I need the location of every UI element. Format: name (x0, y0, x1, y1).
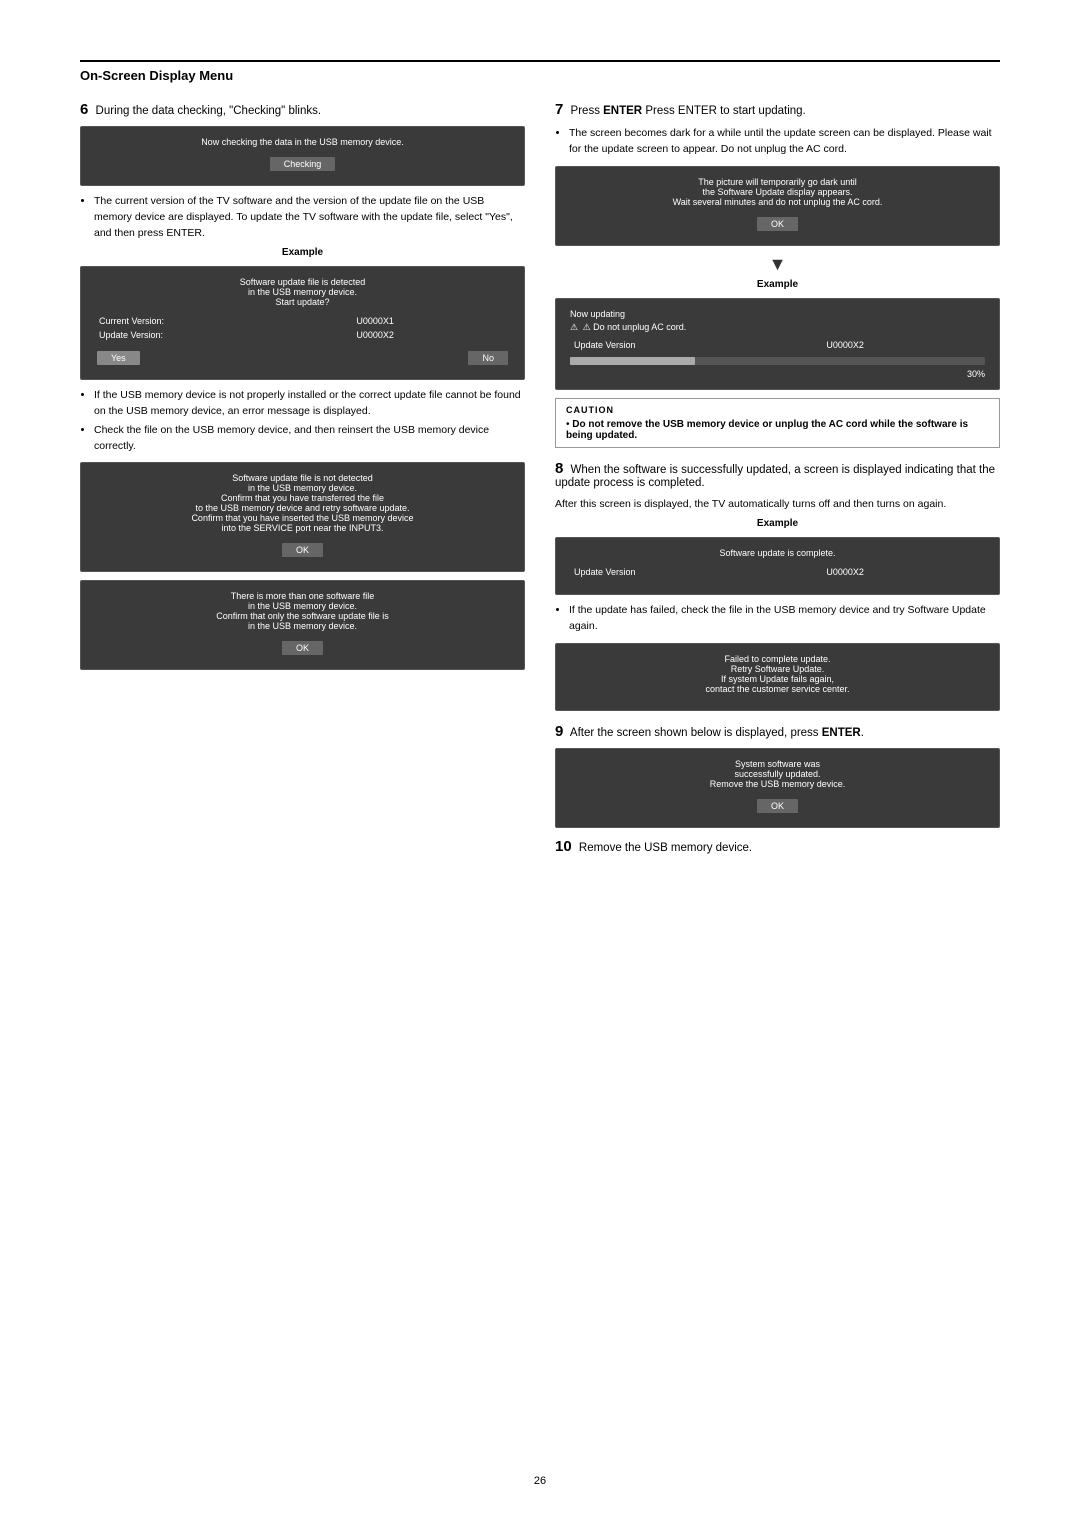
caution-title: CAUTION (566, 405, 989, 415)
step6-screen1: Now checking the data in the USB memory … (80, 126, 525, 186)
step8-update-value: U0000X2 (824, 566, 983, 578)
caution-box: CAUTION • Do not remove the USB memory d… (555, 398, 1000, 448)
step7-screen2-table: Update Version U0000X2 (570, 337, 985, 353)
step9-screen1: System software was successfully updated… (555, 748, 1000, 828)
step8-bullets: If the update has failed, check the file… (569, 603, 1000, 635)
step-7-enter: ENTER (603, 105, 642, 117)
step8-screen1: Software update is complete. Update Vers… (555, 537, 1000, 595)
step-7: 7 Press ENTER Press ENTER to start updat… (555, 101, 1000, 448)
page-number: 26 (534, 1475, 546, 1487)
step6-row1: Current Version: U0000X1 (97, 315, 508, 327)
step-6-text: During the data checking, "Checking" bli… (96, 105, 322, 117)
step6-bullet2: If the USB memory device is not properly… (94, 388, 525, 420)
right-column: 7 Press ENTER Press ENTER to start updat… (555, 101, 1000, 863)
step6-row1-value: U0000X1 (354, 315, 508, 327)
step7-example-label: Example (555, 279, 1000, 290)
step9-screen1-btn: OK (757, 799, 798, 813)
step8-example-label: Example (555, 518, 1000, 529)
content-area: 6 During the data checking, "Checking" b… (80, 101, 1000, 863)
step6-row2: Update Version: U0000X2 (97, 329, 508, 341)
step-7-text: Press ENTER to start updating. (645, 105, 805, 117)
step-6-number: 6 (80, 101, 88, 118)
left-column: 6 During the data checking, "Checking" b… (80, 101, 525, 863)
step7-screen1-content: The picture will temporarily go dark unt… (570, 177, 985, 207)
step6-btn-no: No (468, 351, 508, 365)
step-6-header: 6 During the data checking, "Checking" b… (80, 101, 525, 118)
step8-screen2: Failed to complete update. Retry Softwar… (555, 643, 1000, 711)
step-6: 6 During the data checking, "Checking" b… (80, 101, 525, 670)
step6-bullets2: If the USB memory device is not properly… (94, 388, 525, 454)
caution-text: • Do not remove the USB memory device or… (566, 419, 989, 441)
step7-update-label: Update Version (572, 339, 822, 351)
warning-icon: ⚠ (570, 322, 578, 332)
step6-screen1-btn: Checking (270, 157, 336, 171)
step7-bullets: The screen becomes dark for a while unti… (569, 126, 1000, 158)
step7-screen2-warning: ⚠ ⚠ Do not unplug AC cord. (570, 322, 985, 333)
step7-screen2: Now updating ⚠ ⚠ Do not unplug AC cord. … (555, 298, 1000, 390)
step6-screen3-btn: OK (282, 543, 323, 557)
step6-row1-label: Current Version: (97, 315, 352, 327)
step6-screen3: Software update file is not detected in … (80, 462, 525, 572)
step-9-number: 9 (555, 723, 563, 740)
step6-screen4-btn: OK (282, 641, 323, 655)
step7-screen2-title: Now updating (570, 309, 985, 319)
step7-bullet1: The screen becomes dark for a while unti… (569, 126, 1000, 158)
step-8-header: 8 When the software is successfully upda… (555, 460, 1000, 489)
step-9-text: After the screen shown below is displaye… (570, 727, 864, 739)
step-8: 8 When the software is successfully upda… (555, 460, 1000, 711)
step-8-text: When the software is successfully update… (555, 464, 995, 489)
step6-row2-value: U0000X2 (354, 329, 508, 341)
step8-screen1-title: Software update is complete. (570, 548, 985, 558)
progress-bar (570, 357, 985, 365)
down-arrow: ▼ (555, 254, 1000, 275)
step-8-body: After this screen is displayed, the TV a… (555, 497, 1000, 513)
step6-bullets: The current version of the TV software a… (94, 194, 525, 241)
step8-update-row: Update Version U0000X2 (572, 566, 983, 578)
step8-update-label: Update Version (572, 566, 822, 578)
step7-update-row: Update Version U0000X2 (572, 339, 983, 351)
step6-screen2-line1: Software update file is detected in the … (95, 277, 510, 307)
section-title: On-Screen Display Menu (80, 68, 233, 83)
step7-update-value: U0000X2 (824, 339, 983, 351)
progress-pct: 30% (570, 369, 985, 379)
step6-bullet3: Check the file on the USB memory device,… (94, 423, 525, 455)
step-9-header: 9 After the screen shown below is displa… (555, 723, 1000, 740)
step6-screen2: Software update file is detected in the … (80, 266, 525, 380)
step-7-header: 7 Press ENTER Press ENTER to start updat… (555, 101, 1000, 118)
step6-screen4: There is more than one software file in … (80, 580, 525, 670)
step8-screen2-content: Failed to complete update. Retry Softwar… (570, 654, 985, 694)
step-9-enter: ENTER (822, 727, 861, 739)
step-10-header: 10 Remove the USB memory device. (555, 838, 1000, 855)
step-10-text: Remove the USB memory device. (579, 842, 752, 854)
caution-strong: Do not remove the USB memory device or u… (566, 419, 968, 441)
step-7-number: 7 (555, 101, 563, 118)
progress-bar-fill (570, 357, 695, 365)
section-header: On-Screen Display Menu (80, 60, 1000, 83)
step9-screen1-content: System software was successfully updated… (570, 759, 985, 789)
step6-btn-yes: Yes (97, 351, 140, 365)
step6-bullet1: The current version of the TV software a… (94, 194, 525, 241)
step-10-number: 10 (555, 838, 572, 855)
step8-bullet1: If the update has failed, check the file… (569, 603, 1000, 635)
step-9: 9 After the screen shown below is displa… (555, 723, 1000, 828)
step6-screen1-line1: Now checking the data in the USB memory … (95, 137, 510, 147)
step6-screen4-content: There is more than one software file in … (95, 591, 510, 631)
step6-screen3-content: Software update file is not detected in … (95, 473, 510, 533)
step-10: 10 Remove the USB memory device. (555, 838, 1000, 855)
step6-example-label: Example (80, 247, 525, 258)
step6-row2-label: Update Version: (97, 329, 352, 341)
step6-screen2-table: Current Version: U0000X1 Update Version:… (95, 313, 510, 343)
step-8-number: 8 (555, 460, 563, 477)
step7-screen1-btn: OK (757, 217, 798, 231)
step8-screen1-table: Update Version U0000X2 (570, 564, 985, 580)
step7-screen1: The picture will temporarily go dark unt… (555, 166, 1000, 246)
